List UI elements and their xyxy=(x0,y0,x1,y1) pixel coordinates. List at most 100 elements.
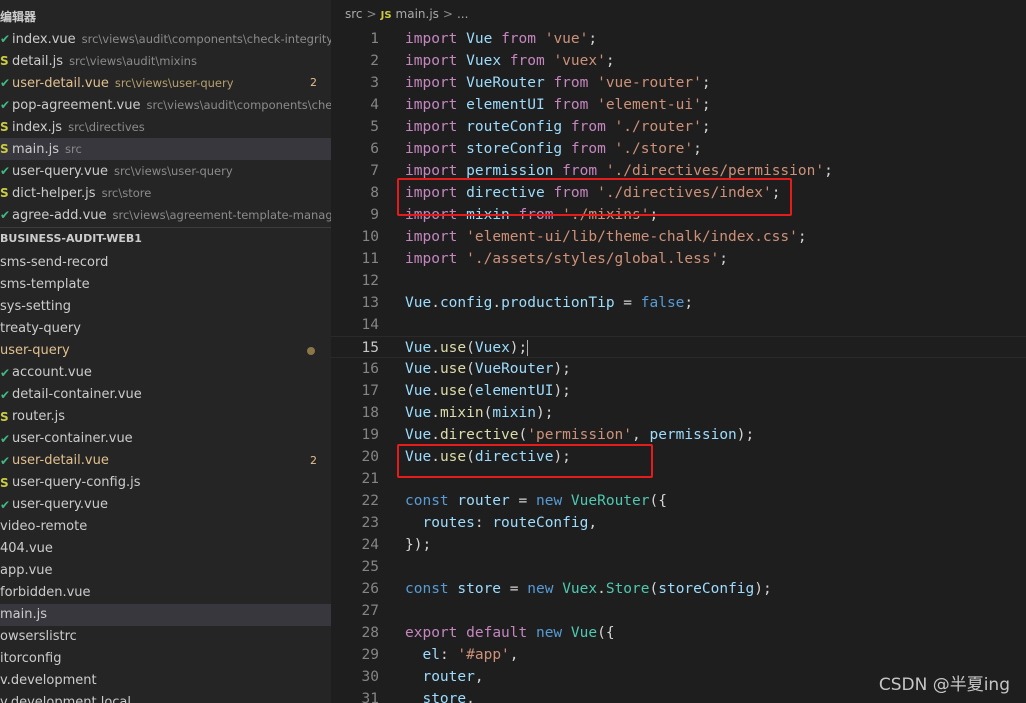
code-token: . xyxy=(597,581,606,597)
code-line[interactable]: 19 Vue.directive('permission', permission… xyxy=(331,424,1026,446)
code-line[interactable]: 18 Vue.mixin(mixin); xyxy=(331,402,1026,424)
file-name: video-remote xyxy=(0,519,88,534)
code-token: store xyxy=(457,581,502,597)
code-token: './store' xyxy=(614,141,694,157)
code-line[interactable]: 17 Vue.use(elementUI); xyxy=(331,380,1026,402)
line-number: 8 xyxy=(370,185,379,201)
code-text: routes: routeConfig, xyxy=(405,512,597,534)
open-editor-item[interactable]: ✔ pop-agreement.vue src\views\audit\compon… xyxy=(0,94,331,116)
project-header[interactable]: BUSINESS-AUDIT-WEB1 xyxy=(0,227,331,249)
open-editor-item[interactable]: Sindex.js src\directives xyxy=(0,116,331,138)
tree-item[interactable]: 404.vue xyxy=(0,538,331,560)
tree-item[interactable]: ✔ user-detail.vue 2 xyxy=(0,450,331,472)
open-editor-item[interactable]: Sdetail.js src\views\audit\mixins xyxy=(0,50,331,72)
line-number: 1 xyxy=(370,31,379,47)
tree-item[interactable]: v.development.local xyxy=(0,692,331,703)
code-token: const xyxy=(405,581,449,597)
line-number: 11 xyxy=(361,251,379,267)
open-editor-item[interactable]: ✔ index.vue src\views\audit\components\che… xyxy=(0,28,331,50)
tree-item[interactable]: owserslistrc xyxy=(0,626,331,648)
code-token: import xyxy=(405,229,458,245)
code-line[interactable]: 22 const router = new VueRouter({ xyxy=(331,490,1026,512)
code-line[interactable]: 2 import Vuex from 'vuex'; xyxy=(331,50,1026,72)
open-editor-item[interactable]: ✔ user-detail.vue src\views\user-query 2 xyxy=(0,72,331,94)
line-number: 4 xyxy=(370,97,379,113)
code-line[interactable]: 15 Vue.use(Vuex); xyxy=(331,336,1026,358)
code-line[interactable]: 24}); xyxy=(331,534,1026,556)
open-editor-item[interactable]: ✔ user-query.vue src\views\user-query xyxy=(0,160,331,182)
breadcrumb-symbol[interactable]: ... xyxy=(457,7,468,21)
tree-item[interactable]: v.development xyxy=(0,670,331,692)
file-path: src\directives xyxy=(68,120,145,134)
code-line[interactable]: 4 import elementUI from 'element-ui'; xyxy=(331,94,1026,116)
code-line[interactable]: 26 const store = new Vuex.Store(storeConf… xyxy=(331,578,1026,600)
code-token: . xyxy=(431,295,440,311)
code-line[interactable]: 1 import Vue from 'vue'; xyxy=(331,28,1026,50)
tree-item[interactable]: Srouter.js xyxy=(0,406,331,428)
code-line[interactable]: 28 export default new Vue({ xyxy=(331,622,1026,644)
open-editors-header[interactable]: 编辑器 xyxy=(0,6,331,28)
tree-item[interactable]: ✔ account.vue xyxy=(0,362,331,384)
code-token: . xyxy=(492,295,502,311)
code-line[interactable]: 5 import routeConfig from './router'; xyxy=(331,116,1026,138)
open-editor-item[interactable]: Sdict-helper.js src\store xyxy=(0,182,331,204)
tree-item[interactable]: Suser-query-config.js xyxy=(0,472,331,494)
code-token: from xyxy=(570,119,606,135)
open-editor-item[interactable]: ✔ agree-add.vue src\views\agreement-templa… xyxy=(0,204,331,226)
tree-item[interactable]: ✔ user-container.vue xyxy=(0,428,331,450)
code-line[interactable]: 25 xyxy=(331,556,1026,578)
code-line[interactable]: 13 Vue.config.productionTip = false; xyxy=(331,292,1026,314)
code-text: Vue.use(VueRouter); xyxy=(405,358,571,380)
tree-item[interactable]: video-remote xyxy=(0,516,331,538)
code-token: = xyxy=(509,493,536,509)
code-token: routes xyxy=(422,515,475,531)
tree-item[interactable]: sys-setting xyxy=(0,296,331,318)
code-line[interactable]: 23 routes: routeConfig, xyxy=(331,512,1026,534)
open-editor-item[interactable]: Smain.js src xyxy=(0,138,331,160)
code-line[interactable]: 16 Vue.use(VueRouter); xyxy=(331,358,1026,380)
breadcrumb-file[interactable]: main.js xyxy=(396,7,439,21)
code-token: Store xyxy=(605,581,650,597)
code-token: VueRouter xyxy=(570,493,650,509)
file-name: owserslistrc xyxy=(0,629,77,644)
code-line[interactable]: 27 xyxy=(331,600,1026,622)
code-line[interactable]: 29 el: '#app', xyxy=(331,644,1026,666)
breadcrumb-folder[interactable]: src xyxy=(345,7,363,21)
tree-item[interactable]: ✔ detail-container.vue xyxy=(0,384,331,406)
modified-dot-icon xyxy=(307,347,315,355)
code-token: use xyxy=(439,383,467,399)
code-token: 'permission' xyxy=(527,427,633,443)
line-number: 12 xyxy=(361,273,379,289)
code-line[interactable]: 10 import 'element-ui/lib/theme-chalk/ind… xyxy=(331,226,1026,248)
tree-item[interactable]: treaty-query xyxy=(0,318,331,340)
tree-item[interactable]: main.js xyxy=(0,604,331,626)
code-token: elementUI xyxy=(474,383,554,399)
tree-item[interactable]: app.vue xyxy=(0,560,331,582)
tree-item[interactable]: ✔ user-query.vue xyxy=(0,494,331,516)
code-text: Vue.use(Vuex); xyxy=(405,337,529,359)
annotation-box-import xyxy=(397,178,792,216)
tree-item[interactable]: itorconfig xyxy=(0,648,331,670)
code-token: Vue xyxy=(405,427,432,443)
tree-item[interactable]: sms-template xyxy=(0,274,331,296)
tree-item[interactable]: sms-send-record xyxy=(0,252,331,274)
code-token: import xyxy=(405,163,458,179)
tree-item[interactable]: user-query xyxy=(0,340,331,362)
code-token: import xyxy=(405,97,458,113)
code-line[interactable]: 3 import VueRouter from 'vue-router'; xyxy=(331,72,1026,94)
tree-item[interactable]: forbidden.vue xyxy=(0,582,331,604)
line-number: 5 xyxy=(370,119,379,135)
code-line[interactable]: 14 xyxy=(331,314,1026,336)
code-token: = xyxy=(501,581,528,597)
file-name: user-query.vue xyxy=(12,164,108,179)
code-line[interactable]: 12 xyxy=(331,270,1026,292)
code-text: export default new Vue({ xyxy=(405,622,615,644)
code-line[interactable]: 11 import './assets/styles/global.less'; xyxy=(331,248,1026,270)
code-editor[interactable]: src > JS main.js >... 1 import Vue from 'vue'… xyxy=(331,0,1026,703)
file-name: detail.js xyxy=(12,54,64,69)
code-line[interactable]: 6 import storeConfig from './store'; xyxy=(331,138,1026,160)
line-number: 14 xyxy=(361,317,379,333)
